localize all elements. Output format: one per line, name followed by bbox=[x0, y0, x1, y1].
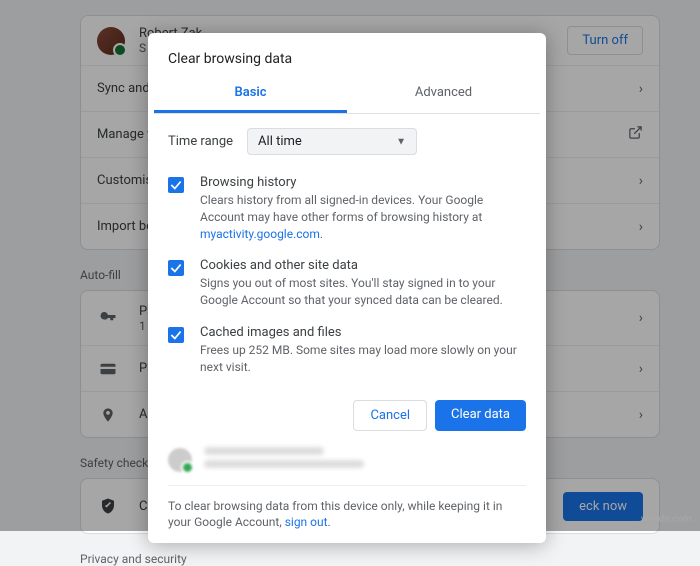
time-range-select[interactable]: All time ▼ bbox=[247, 128, 417, 155]
watermark: wsxdn.com bbox=[641, 514, 692, 525]
option-desc: Frees up 252 MB. Some sites may load mor… bbox=[200, 342, 526, 376]
option-title: Cached images and files bbox=[200, 325, 526, 340]
checkbox-browsing-history[interactable] bbox=[168, 177, 184, 193]
option-title: Browsing history bbox=[200, 175, 526, 190]
tab-basic[interactable]: Basic bbox=[154, 75, 347, 113]
option-cache: Cached images and files Frees up 252 MB.… bbox=[148, 315, 546, 382]
dialog-title: Clear browsing data bbox=[148, 33, 546, 75]
option-cookies: Cookies and other site data Signs you ou… bbox=[148, 248, 546, 315]
tab-advanced[interactable]: Advanced bbox=[347, 75, 540, 113]
option-title: Cookies and other site data bbox=[200, 258, 526, 273]
section-privacy: Privacy and security bbox=[80, 552, 680, 566]
checkbox-cookies[interactable] bbox=[168, 260, 184, 276]
clear-data-button[interactable]: Clear data bbox=[435, 400, 526, 431]
option-browsing-history: Browsing history Clears history from all… bbox=[148, 165, 546, 248]
synced-avatar bbox=[168, 448, 192, 472]
dropdown-arrow-icon: ▼ bbox=[396, 136, 406, 147]
cancel-button[interactable]: Cancel bbox=[353, 400, 427, 431]
tabs: Basic Advanced bbox=[154, 75, 540, 114]
synced-account-row bbox=[168, 441, 526, 486]
sign-out-link[interactable]: sign out bbox=[285, 515, 328, 529]
footer-note: To clear browsing data from this device … bbox=[148, 490, 546, 532]
option-desc: Clears history from all signed-in device… bbox=[200, 192, 526, 242]
clear-browsing-data-dialog: Clear browsing data Basic Advanced Time … bbox=[148, 33, 546, 543]
checkbox-cache[interactable] bbox=[168, 327, 184, 343]
time-range-label: Time range bbox=[168, 134, 233, 149]
option-desc: Signs you out of most sites. You'll stay… bbox=[200, 275, 526, 309]
myactivity-link[interactable]: myactivity.google.com bbox=[200, 227, 320, 241]
synced-account-text bbox=[204, 447, 364, 473]
